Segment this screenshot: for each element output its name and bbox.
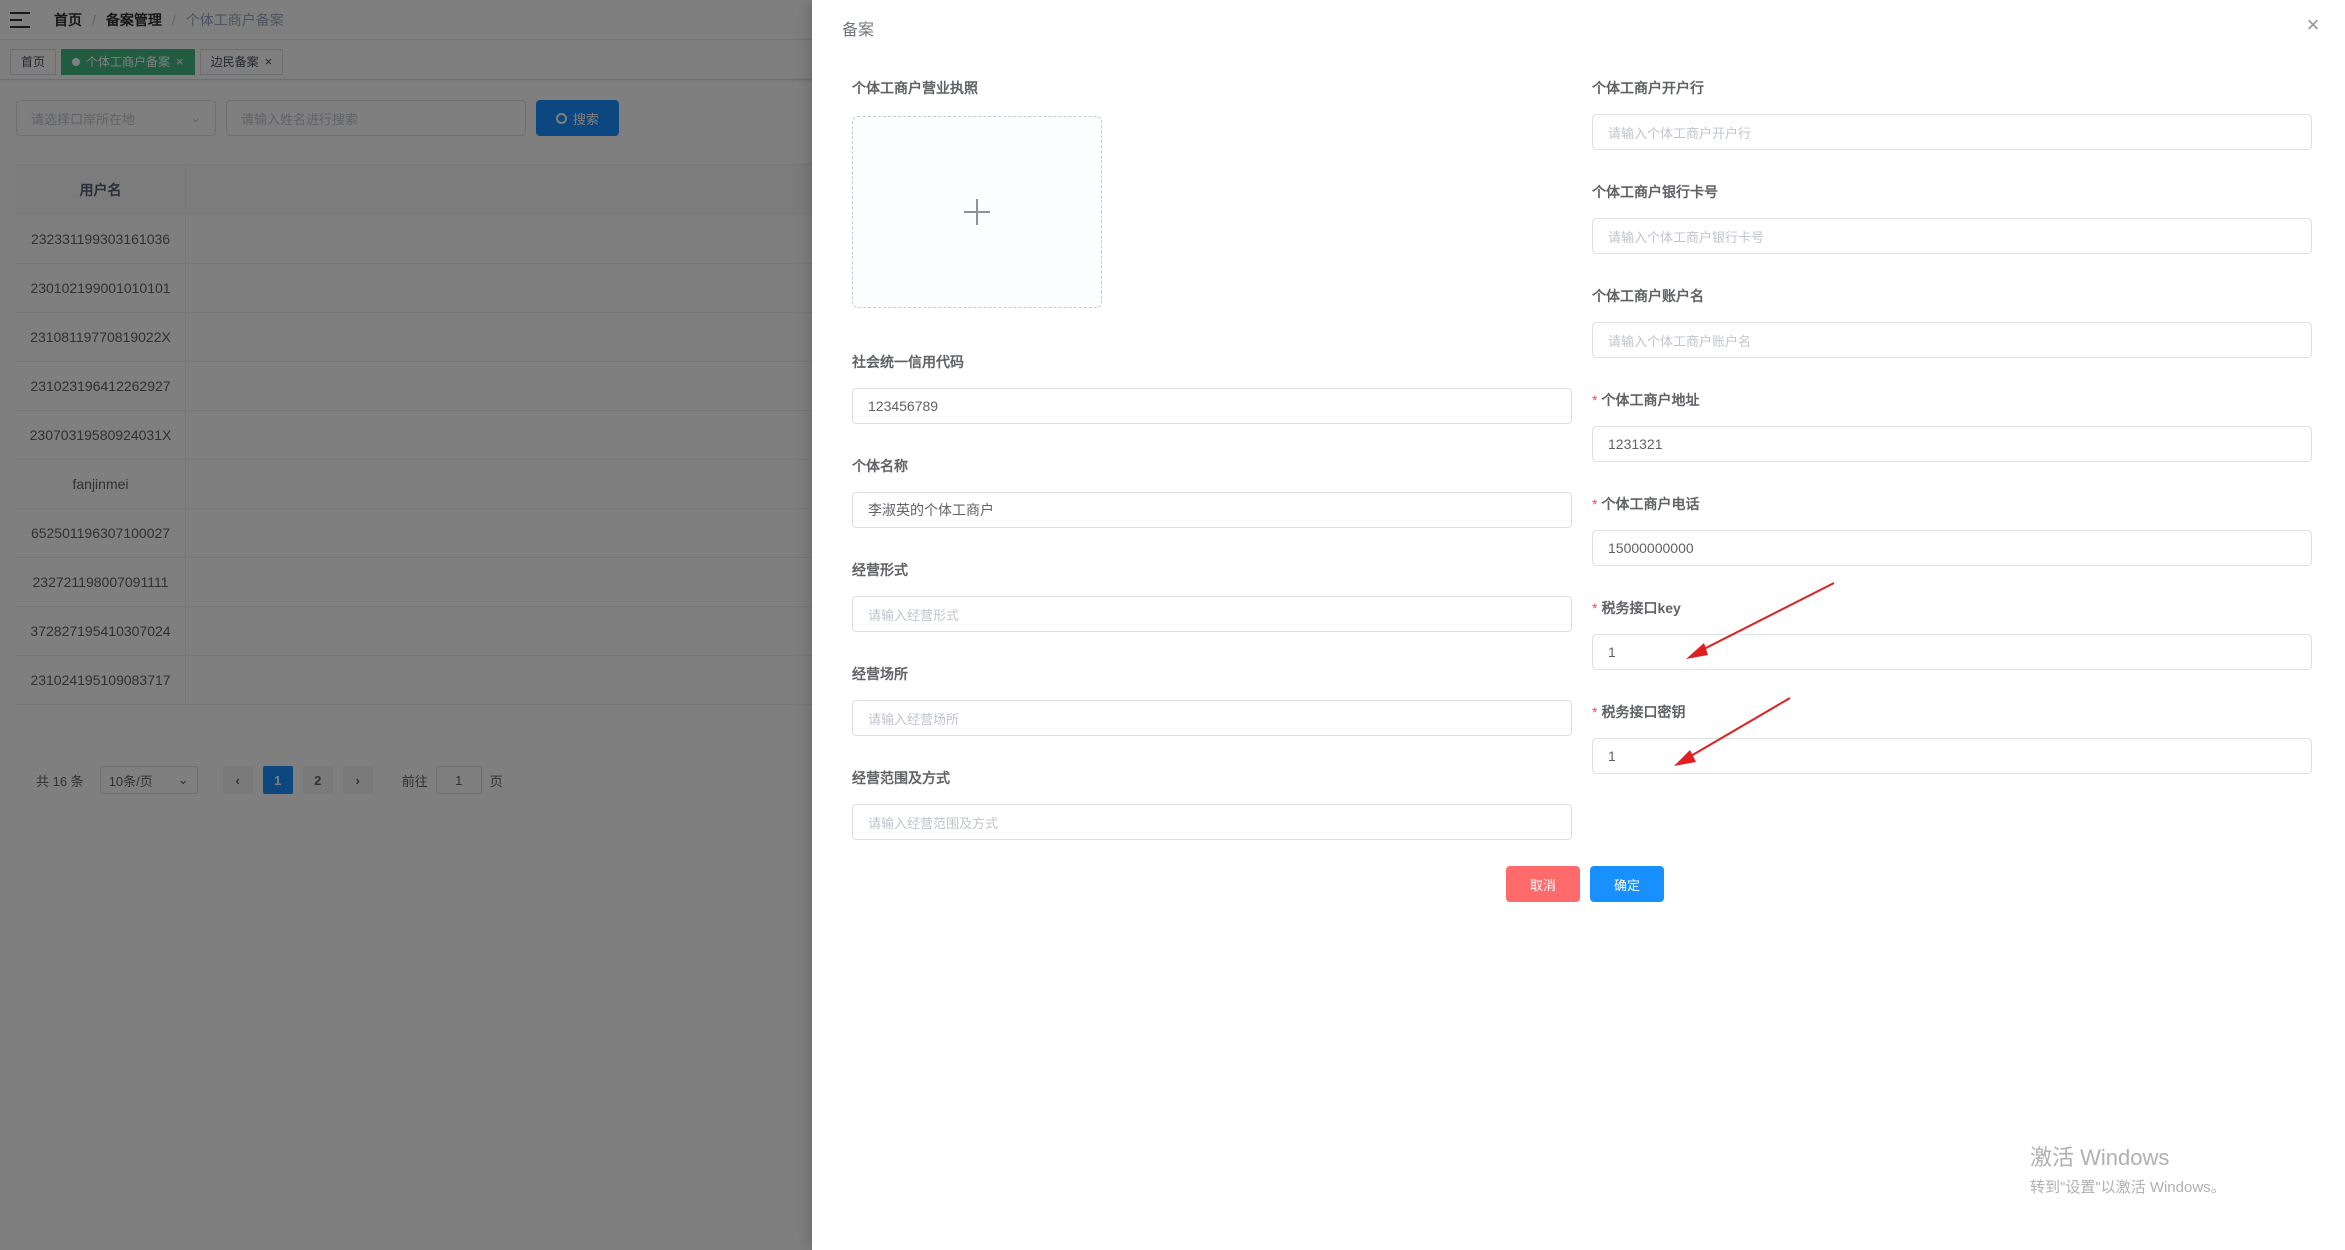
tax-secret-label: * 税务接口密钥 [1592,702,2312,722]
license-upload[interactable] [852,116,1102,308]
drawer-actions: 取消 确定 [1506,866,1674,902]
address-label-text: 个体工商户地址 [1601,392,1700,408]
windows-activation-watermark: 激活 Windows 转到"设置"以激活 Windows。 [2030,1140,2226,1197]
plus-icon [964,199,990,225]
required-marker: * [1592,704,1598,720]
business-place-field: 经营场所 请输入经营场所 [852,664,1572,736]
tax-key-field: * 税务接口key 1 [1592,598,2312,670]
cancel-button[interactable]: 取消 [1506,866,1581,902]
business-scope-field: 经营范围及方式 请输入经营范围及方式 [852,768,1572,840]
business-name-label: 个体名称 [852,458,908,474]
phone-input[interactable]: 15000000000 [1592,530,2312,566]
business-form-input[interactable]: 请输入经营形式 [852,596,1572,632]
phone-label-text: 个体工商户电话 [1601,496,1700,512]
address-input[interactable]: 1231321 [1592,426,2312,462]
required-marker: * [1592,600,1598,616]
bank-label: 个体工商户开户行 [1592,80,1704,96]
business-name-input[interactable]: 李淑英的个体工商户 [852,492,1572,528]
bank-card-label: 个体工商户银行卡号 [1592,184,1718,200]
tax-key-input[interactable]: 1 [1592,634,2312,670]
required-marker: * [1592,496,1598,512]
business-form-label: 经营形式 [852,562,908,578]
filing-drawer: 备案 × 个体工商户营业执照 社会统一信用代码 123456789 个体名称 李… [812,0,2345,1250]
business-scope-label: 经营范围及方式 [852,770,950,786]
credit-code-label: 社会统一信用代码 [852,354,964,370]
tax-secret-input[interactable]: 1 [1592,738,2312,774]
credit-code-field: 社会统一信用代码 123456789 [852,352,1572,424]
credit-code-input[interactable]: 123456789 [852,388,1572,424]
license-label: 个体工商户营业执照 [852,80,978,96]
bank-card-input[interactable]: 请输入个体工商户银行卡号 [1592,218,2312,254]
watermark-subtitle: 转到"设置"以激活 Windows。 [2030,1179,2226,1196]
business-scope-input[interactable]: 请输入经营范围及方式 [852,804,1572,840]
address-field: * 个体工商户地址 1231321 [1592,390,2312,462]
business-name-field: 个体名称 李淑英的个体工商户 [852,456,1572,528]
account-name-field: 个体工商户账户名 请输入个体工商户账户名 [1592,286,2312,358]
tax-key-label: * 税务接口key [1592,598,2312,618]
required-marker: * [1592,392,1598,408]
business-place-input[interactable]: 请输入经营场所 [852,700,1572,736]
business-form-field: 经营形式 请输入经营形式 [852,560,1572,632]
bank-field: 个体工商户开户行 请输入个体工商户开户行 [1592,78,2312,150]
tax-secret-label-text: 税务接口密钥 [1601,704,1686,720]
confirm-button[interactable]: 确定 [1590,866,1665,902]
watermark-title: 激活 Windows [2030,1145,2170,1170]
bank-input[interactable]: 请输入个体工商户开户行 [1592,114,2312,150]
close-icon[interactable]: × [2303,14,2323,36]
phone-label: * 个体工商户电话 [1592,494,2312,514]
license-field: 个体工商户营业执照 [852,78,1572,308]
phone-field: * 个体工商户电话 15000000000 [1592,494,2312,566]
business-place-label: 经营场所 [852,666,908,682]
account-name-label: 个体工商户账户名 [1592,288,1704,304]
drawer-title: 备案 [842,22,875,39]
address-label: * 个体工商户地址 [1592,390,2312,410]
tax-secret-field: * 税务接口密钥 1 [1592,702,2312,774]
account-name-input[interactable]: 请输入个体工商户账户名 [1592,322,2312,358]
bank-card-field: 个体工商户银行卡号 请输入个体工商户银行卡号 [1592,182,2312,254]
tax-key-label-text: 税务接口key [1601,600,1681,616]
